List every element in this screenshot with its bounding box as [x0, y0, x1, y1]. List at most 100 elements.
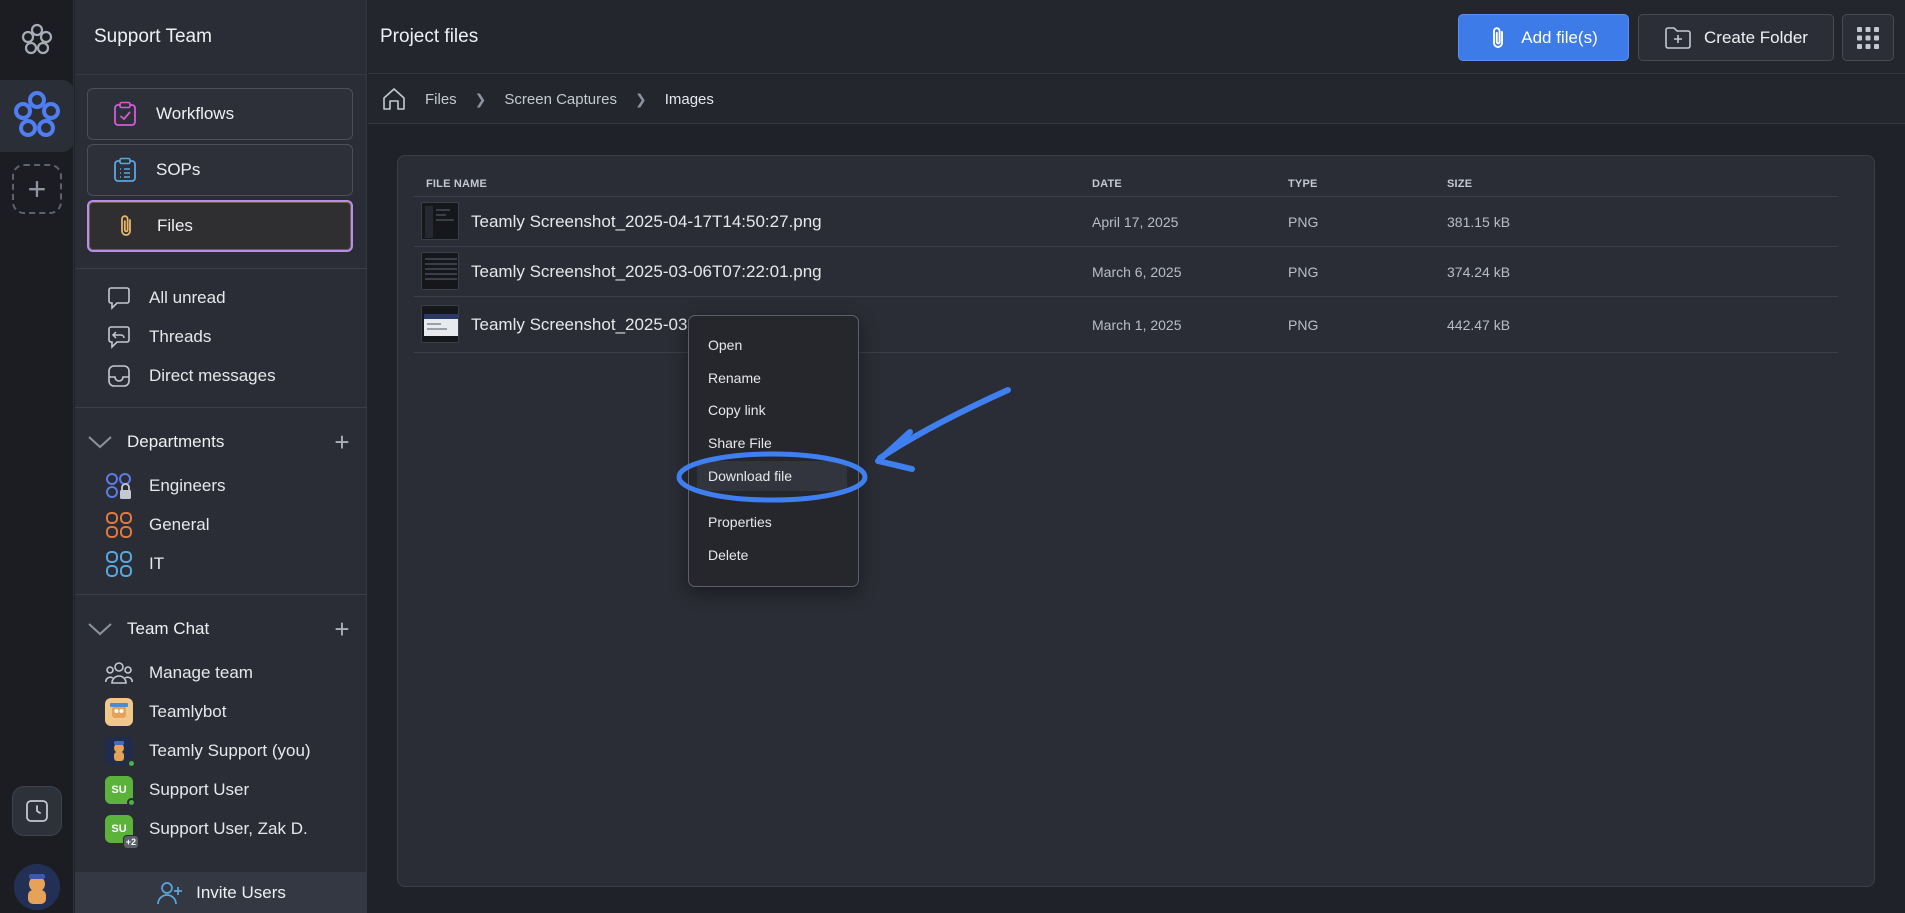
clipboard-check-icon: [112, 101, 138, 127]
file-context-menu: Open Rename Copy link Share File Downloa…: [688, 315, 859, 587]
divider: [75, 74, 367, 75]
online-status-dot: [127, 798, 136, 807]
sidebar-item-sops[interactable]: SOPs: [87, 144, 353, 196]
breadcrumb-files[interactable]: Files: [425, 91, 457, 108]
paperclip-icon: [113, 213, 139, 239]
divider: [75, 594, 367, 595]
column-header-type[interactable]: TYPE: [1288, 178, 1318, 190]
user-avatar[interactable]: [14, 864, 60, 910]
file-date: March 1, 2025: [1092, 317, 1182, 333]
section-title: Team Chat: [127, 619, 210, 638]
file-name[interactable]: Teamly Screenshot_2025-03-06T07:22:01.pn…: [471, 262, 822, 282]
nav-label: Teamlybot: [149, 702, 227, 721]
sidebar-item-engineers[interactable]: Engineers: [105, 471, 226, 501]
button-label: Add file(s): [1521, 27, 1598, 47]
divider: [75, 268, 367, 269]
sidebar-item-group-chat[interactable]: SU +2 Support User, Zak D.: [105, 814, 308, 849]
nav-label: All unread: [149, 288, 226, 307]
menu-item-rename[interactable]: Rename: [689, 363, 858, 393]
nav-label: Direct messages: [149, 366, 276, 385]
page-title: Project files: [380, 26, 479, 47]
sidebar-item-all-unread[interactable]: All unread: [105, 283, 226, 313]
column-header-date[interactable]: DATE: [1092, 178, 1122, 190]
nav-label: IT: [149, 554, 165, 573]
group-locked-icon: [105, 472, 133, 500]
file-type: PNG: [1288, 264, 1319, 280]
history-button[interactable]: [12, 786, 62, 836]
team-chat-header[interactable]: Team Chat +: [85, 614, 357, 644]
nav-label: Support User, Zak D.: [149, 819, 308, 838]
sidebar-item-label: SOPs: [156, 160, 201, 179]
sidebar-item-threads[interactable]: Threads: [105, 322, 211, 352]
sidebar-item-files[interactable]: Files: [87, 200, 353, 252]
menu-item-delete[interactable]: Delete: [689, 540, 858, 570]
create-folder-button[interactable]: Create Folder: [1638, 14, 1834, 61]
sidebar-item-workflows[interactable]: Workflows: [87, 88, 353, 140]
file-size: 381.15 kB: [1447, 214, 1511, 230]
column-header-size[interactable]: SIZE: [1447, 178, 1472, 190]
add-workspace-button[interactable]: +: [12, 164, 62, 214]
button-label: Create Folder: [1704, 27, 1808, 47]
team-icon: [105, 659, 133, 687]
avatar: SU: [105, 776, 136, 807]
add-chat-button[interactable]: +: [327, 614, 357, 644]
sidebar-item-support-user[interactable]: SU Support User: [105, 775, 250, 807]
app-logo-icon[interactable]: [20, 22, 54, 56]
file-thumbnail: [421, 202, 459, 240]
team-name[interactable]: Support Team: [94, 26, 212, 48]
group-icon: [105, 550, 133, 578]
workspace-logo-icon: [14, 91, 60, 137]
sidebar-item-direct-messages[interactable]: Direct messages: [105, 361, 276, 391]
menu-item-properties[interactable]: Properties: [689, 507, 858, 537]
menu-item-copy-link[interactable]: Copy link: [689, 395, 858, 425]
header: Project files Add file(s) Create Folder: [368, 0, 1905, 74]
sidebar-item-label: Files: [157, 216, 193, 235]
chevron-down-icon: [85, 621, 115, 637]
file-name[interactable]: Teamly Screenshot_2025-04-17T14:50:27.pn…: [471, 212, 822, 232]
file-type: PNG: [1288, 214, 1319, 230]
sidebar-item-manage-team[interactable]: Manage team: [105, 658, 253, 688]
column-header-name[interactable]: FILE NAME: [426, 178, 487, 190]
menu-item-share-file[interactable]: Share File: [689, 428, 858, 458]
sidebar: Support Team Workflows SOPs Files All un…: [75, 0, 367, 913]
sidebar-item-teamly-support[interactable]: Teamly Support (you): [105, 736, 311, 768]
nav-label: Support User: [149, 780, 250, 799]
chevron-right-icon: ❯: [634, 90, 647, 107]
file-type: PNG: [1288, 317, 1319, 333]
grid-icon: [1857, 26, 1879, 49]
table-row[interactable]: Teamly Screenshot_2025-04-17T14:50:27.pn…: [414, 197, 1838, 247]
file-size: 374.24 kB: [1447, 264, 1511, 280]
divider: [75, 407, 367, 408]
departments-header[interactable]: Departments +: [85, 427, 357, 457]
workspace-rail: +: [0, 0, 74, 913]
table-row[interactable]: Teamly Screenshot_2025-03-06T07:22:01.pn…: [414, 247, 1838, 297]
workspace-support-team[interactable]: [0, 80, 74, 152]
grid-view-button[interactable]: [1842, 14, 1894, 61]
nav-label: Engineers: [149, 476, 226, 495]
avatar: SU +2: [105, 815, 139, 849]
paperclip-icon: [1489, 25, 1507, 51]
sidebar-item-general[interactable]: General: [105, 510, 209, 540]
chevron-right-icon: ❯: [474, 90, 487, 107]
breadcrumb-screen-captures[interactable]: Screen Captures: [504, 91, 617, 108]
group-icon: [105, 511, 133, 539]
home-icon[interactable]: [381, 86, 407, 112]
menu-item-open[interactable]: Open: [689, 330, 858, 360]
table-row[interactable]: Teamly Screenshot_2025-03 March 1, 2025 …: [414, 297, 1838, 353]
sidebar-item-teamlybot[interactable]: Teamlybot: [105, 697, 226, 727]
sidebar-item-it[interactable]: IT: [105, 549, 164, 579]
sidebar-item-label: Workflows: [156, 104, 235, 123]
invite-users-button[interactable]: Invite Users: [75, 872, 367, 913]
invite-label: Invite Users: [196, 882, 286, 902]
inbox-icon: [105, 362, 133, 390]
file-name[interactable]: Teamly Screenshot_2025-03: [471, 315, 687, 335]
online-status-dot: [127, 759, 136, 768]
bot-avatar: [105, 698, 133, 726]
add-files-button[interactable]: Add file(s): [1458, 14, 1629, 61]
file-date: April 17, 2025: [1092, 214, 1179, 230]
add-department-button[interactable]: +: [327, 427, 357, 457]
menu-item-download-file[interactable]: Download file: [697, 461, 847, 491]
nav-label: Manage team: [149, 663, 253, 682]
folder-plus-icon: [1664, 26, 1692, 50]
file-thumbnail: [421, 252, 459, 290]
